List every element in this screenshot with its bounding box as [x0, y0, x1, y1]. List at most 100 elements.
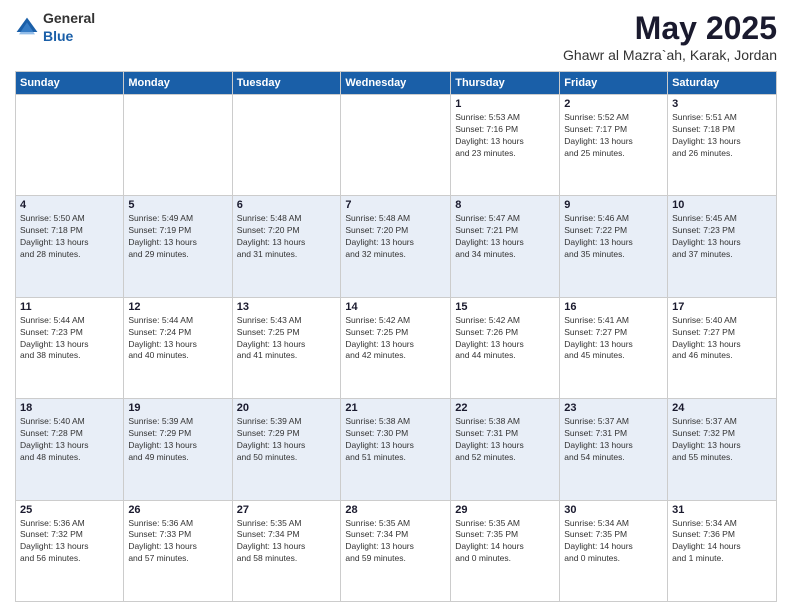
day-number: 17 — [672, 301, 772, 313]
calendar-cell — [232, 95, 341, 196]
day-number: 13 — [237, 301, 337, 313]
weekday-header-row: SundayMondayTuesdayWednesdayThursdayFrid… — [16, 72, 777, 95]
day-number: 18 — [20, 402, 119, 414]
day-number: 23 — [564, 402, 663, 414]
calendar-cell: 5 Sunrise: 5:49 AMSunset: 7:19 PMDaylight… — [124, 196, 232, 297]
logo-icon — [15, 16, 39, 40]
day-info: Sunrise: 5:42 AMSunset: 7:26 PMDaylight:… — [455, 315, 555, 363]
day-number: 5 — [128, 199, 227, 211]
day-info: Sunrise: 5:41 AMSunset: 7:27 PMDaylight:… — [564, 315, 663, 363]
calendar-cell: 31 Sunrise: 5:34 AMSunset: 7:36 PMDayligh… — [668, 500, 777, 601]
day-info: Sunrise: 5:38 AMSunset: 7:31 PMDaylight:… — [455, 416, 555, 464]
day-number: 3 — [672, 98, 772, 110]
calendar-cell: 2Sunrise: 5:52 AMSunset: 7:17 PMDaylight… — [560, 95, 668, 196]
day-info: Sunrise: 5:35 AMSunset: 7:34 PMDaylight:… — [345, 518, 446, 566]
day-number: 20 — [237, 402, 337, 414]
weekday-header-friday: Friday — [560, 72, 668, 95]
calendar-cell: 11 Sunrise: 5:44 AMSunset: 7:23 PMDayligh… — [16, 297, 124, 398]
day-info: Sunrise: 5:53 AMSunset: 7:16 PMDaylight:… — [455, 112, 555, 160]
calendar-cell: 12 Sunrise: 5:44 AMSunset: 7:24 PMDayligh… — [124, 297, 232, 398]
calendar-cell — [341, 95, 451, 196]
day-info: Sunrise: 5:49 AMSunset: 7:19 PMDaylight:… — [128, 213, 227, 261]
day-number: 24 — [672, 402, 772, 414]
calendar-cell: 14 Sunrise: 5:42 AMSunset: 7:25 PMDayligh… — [341, 297, 451, 398]
weekday-header-sunday: Sunday — [16, 72, 124, 95]
day-number: 15 — [455, 301, 555, 313]
day-info: Sunrise: 5:35 AMSunset: 7:35 PMDaylight:… — [455, 518, 555, 566]
day-info: Sunrise: 5:34 AMSunset: 7:36 PMDaylight:… — [672, 518, 772, 566]
calendar-cell: 10Sunrise: 5:45 AMSunset: 7:23 PMDayligh… — [668, 196, 777, 297]
day-info: Sunrise: 5:40 AMSunset: 7:27 PMDaylight:… — [672, 315, 772, 363]
header: General Blue May 2025 Ghawr al Mazra`ah,… — [15, 10, 777, 63]
calendar-cell: 15 Sunrise: 5:42 AMSunset: 7:26 PMDayligh… — [451, 297, 560, 398]
calendar-row-4: 18 Sunrise: 5:40 AMSunset: 7:28 PMDayligh… — [16, 399, 777, 500]
day-number: 30 — [564, 504, 663, 516]
day-number: 11 — [20, 301, 119, 313]
day-info: Sunrise: 5:36 AMSunset: 7:33 PMDaylight:… — [128, 518, 227, 566]
calendar-cell: 30Sunrise: 5:34 AMSunset: 7:35 PMDayligh… — [560, 500, 668, 601]
calendar-cell: 17 Sunrise: 5:40 AMSunset: 7:27 PMDayligh… — [668, 297, 777, 398]
calendar-cell: 29 Sunrise: 5:35 AMSunset: 7:35 PMDayligh… — [451, 500, 560, 601]
day-number: 12 — [128, 301, 227, 313]
day-info: Sunrise: 5:37 AMSunset: 7:32 PMDaylight:… — [672, 416, 772, 464]
day-info: Sunrise: 5:42 AMSunset: 7:25 PMDaylight:… — [345, 315, 446, 363]
calendar-cell: 16Sunrise: 5:41 AMSunset: 7:27 PMDayligh… — [560, 297, 668, 398]
calendar-cell: 23 Sunrise: 5:37 AMSunset: 7:31 PMDayligh… — [560, 399, 668, 500]
calendar-cell: 18 Sunrise: 5:40 AMSunset: 7:28 PMDayligh… — [16, 399, 124, 500]
day-info: Sunrise: 5:36 AMSunset: 7:32 PMDaylight:… — [20, 518, 119, 566]
calendar-cell: 22 Sunrise: 5:38 AMSunset: 7:31 PMDayligh… — [451, 399, 560, 500]
calendar-cell: 7Sunrise: 5:48 AMSunset: 7:20 PMDaylight… — [341, 196, 451, 297]
page: General Blue May 2025 Ghawr al Mazra`ah,… — [0, 0, 792, 612]
day-number: 22 — [455, 402, 555, 414]
day-info: Sunrise: 5:40 AMSunset: 7:28 PMDaylight:… — [20, 416, 119, 464]
weekday-header-monday: Monday — [124, 72, 232, 95]
day-number: 27 — [237, 504, 337, 516]
calendar-row-2: 4 Sunrise: 5:50 AMSunset: 7:18 PMDaylight… — [16, 196, 777, 297]
day-info: Sunrise: 5:44 AMSunset: 7:23 PMDaylight:… — [20, 315, 119, 363]
day-number: 28 — [345, 504, 446, 516]
title-block: May 2025 Ghawr al Mazra`ah, Karak, Jorda… — [563, 10, 777, 63]
day-info: Sunrise: 5:39 AMSunset: 7:29 PMDaylight:… — [237, 416, 337, 464]
day-info: Sunrise: 5:43 AMSunset: 7:25 PMDaylight:… — [237, 315, 337, 363]
day-info: Sunrise: 5:46 AMSunset: 7:22 PMDaylight:… — [564, 213, 663, 261]
calendar-cell: 24 Sunrise: 5:37 AMSunset: 7:32 PMDayligh… — [668, 399, 777, 500]
day-info: Sunrise: 5:50 AMSunset: 7:18 PMDaylight:… — [20, 213, 119, 261]
calendar-cell: 27 Sunrise: 5:35 AMSunset: 7:34 PMDayligh… — [232, 500, 341, 601]
day-number: 29 — [455, 504, 555, 516]
location-title: Ghawr al Mazra`ah, Karak, Jordan — [563, 47, 777, 63]
day-info: Sunrise: 5:38 AMSunset: 7:30 PMDaylight:… — [345, 416, 446, 464]
day-number: 1 — [455, 98, 555, 110]
day-number: 19 — [128, 402, 227, 414]
calendar-cell: 8Sunrise: 5:47 AMSunset: 7:21 PMDaylight… — [451, 196, 560, 297]
calendar-row-5: 25 Sunrise: 5:36 AMSunset: 7:32 PMDayligh… — [16, 500, 777, 601]
day-number: 25 — [20, 504, 119, 516]
day-number: 10 — [672, 199, 772, 211]
day-info: Sunrise: 5:44 AMSunset: 7:24 PMDaylight:… — [128, 315, 227, 363]
calendar-table: SundayMondayTuesdayWednesdayThursdayFrid… — [15, 71, 777, 602]
calendar-cell: 28 Sunrise: 5:35 AMSunset: 7:34 PMDayligh… — [341, 500, 451, 601]
calendar-row-3: 11 Sunrise: 5:44 AMSunset: 7:23 PMDayligh… — [16, 297, 777, 398]
calendar-cell: 9Sunrise: 5:46 AMSunset: 7:22 PMDaylight… — [560, 196, 668, 297]
day-info: Sunrise: 5:48 AMSunset: 7:20 PMDaylight:… — [237, 213, 337, 261]
calendar-cell: 1 Sunrise: 5:53 AMSunset: 7:16 PMDaylight… — [451, 95, 560, 196]
weekday-header-saturday: Saturday — [668, 72, 777, 95]
day-number: 21 — [345, 402, 446, 414]
day-number: 2 — [564, 98, 663, 110]
calendar-cell — [16, 95, 124, 196]
day-number: 31 — [672, 504, 772, 516]
day-info: Sunrise: 5:37 AMSunset: 7:31 PMDaylight:… — [564, 416, 663, 464]
day-number: 4 — [20, 199, 119, 211]
calendar-cell: 4 Sunrise: 5:50 AMSunset: 7:18 PMDaylight… — [16, 196, 124, 297]
calendar-cell: 3Sunrise: 5:51 AMSunset: 7:18 PMDaylight… — [668, 95, 777, 196]
day-number: 7 — [345, 199, 446, 211]
logo: General Blue — [15, 10, 95, 46]
calendar-cell: 6Sunrise: 5:48 AMSunset: 7:20 PMDaylight… — [232, 196, 341, 297]
calendar-cell: 21 Sunrise: 5:38 AMSunset: 7:30 PMDayligh… — [341, 399, 451, 500]
weekday-header-wednesday: Wednesday — [341, 72, 451, 95]
calendar-cell: 26Sunrise: 5:36 AMSunset: 7:33 PMDayligh… — [124, 500, 232, 601]
day-number: 14 — [345, 301, 446, 313]
calendar-row-1: 1 Sunrise: 5:53 AMSunset: 7:16 PMDaylight… — [16, 95, 777, 196]
day-info: Sunrise: 5:35 AMSunset: 7:34 PMDaylight:… — [237, 518, 337, 566]
logo-blue: Blue — [43, 28, 73, 44]
calendar-cell — [124, 95, 232, 196]
